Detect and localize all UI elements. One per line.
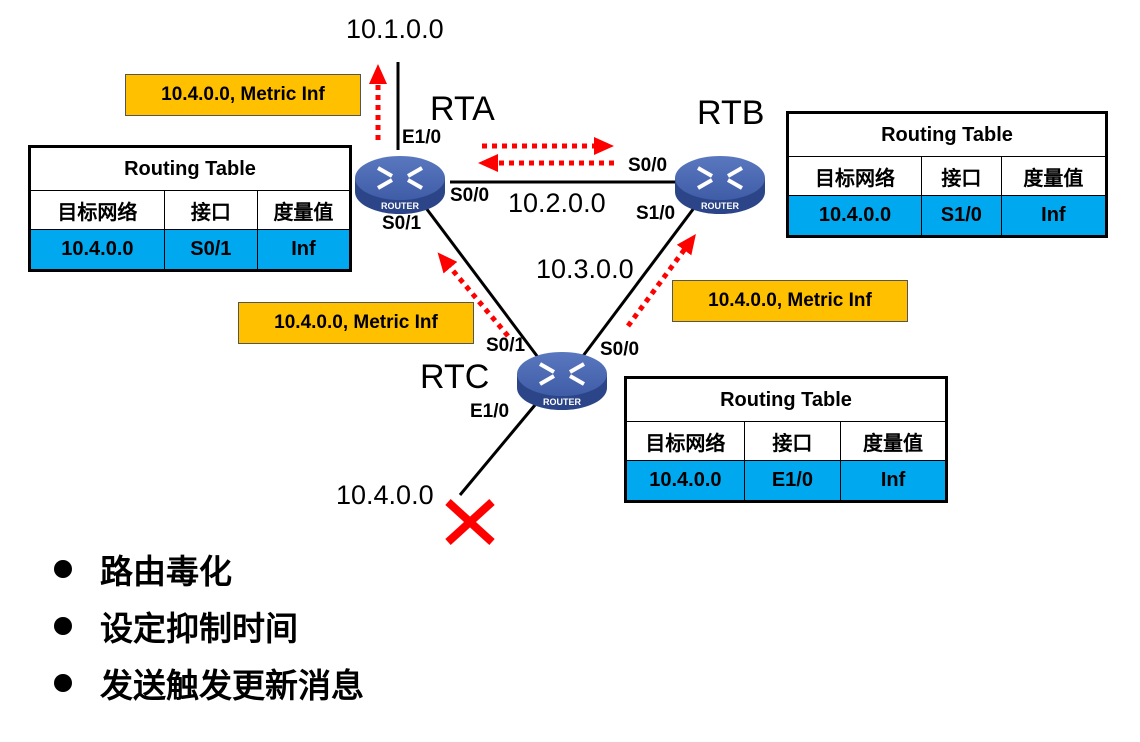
router-badge: ROUTER [381,201,420,211]
col-header-metric: 度量值 [1000,156,1108,196]
router-icon-rtc: ROUTER [517,352,607,410]
col-header-interface: 接口 [920,156,1002,196]
router-icon-rta: ROUTER [355,156,445,214]
router-name-rtb: RTB [697,94,765,132]
cell-destination: 10.4.0.0 [787,195,922,237]
col-header-destination: 目标网络 [625,421,745,461]
bullet-dot-icon [54,559,72,578]
iface-rtb-s1-0: S1/0 [636,203,676,224]
cell-destination: 10.4.0.0 [29,229,165,271]
routing-table-title: Routing Table [625,377,947,422]
network-label-10-3: 10.3.0.0 [536,254,634,284]
iface-rtc-e1-0: E1/0 [470,401,510,422]
iface-rtb-s0-0: S0/0 [628,155,668,176]
update-message-rta: 10.4.0.0, Metric Inf [125,74,361,116]
col-header-metric: 度量值 [840,421,947,461]
bullet-text: 发送触发更新消息 [100,665,364,705]
bullet-list: 路由毒化 设定抑制时间 发送触发更新消息 [52,540,364,711]
col-header-interface: 接口 [163,190,258,230]
router-badge: ROUTER [543,397,582,407]
cell-interface: S1/0 [920,195,1002,237]
router-icon-rtb: ROUTER [675,156,765,214]
network-label-10-1: 10.1.0.0 [346,14,444,44]
cell-destination: 10.4.0.0 [625,460,745,502]
routing-table-rtb: Routing Table 目标网络 接口 度量值 10.4.0.0 S1/0 … [786,111,1108,238]
router-badge: ROUTER [701,201,740,211]
col-header-destination: 目标网络 [29,190,165,230]
routing-table-rtc: Routing Table 目标网络 接口 度量值 10.4.0.0 E1/0 … [624,376,948,503]
iface-rta-s0-1: S0/1 [382,213,422,234]
table-row: 10.4.0.0 S0/1 Inf [29,229,352,271]
iface-rta-e1-0: E1/0 [402,127,442,148]
router-name-rtc: RTC [420,358,490,396]
cell-metric: Inf [256,229,352,271]
iface-rtc-s0-0: S0/0 [600,339,640,360]
routing-table-title: Routing Table [787,112,1107,157]
routing-table-rta: Routing Table 目标网络 接口 度量值 10.4.0.0 S0/1 … [28,145,352,272]
network-label-10-4: 10.4.0.0 [336,480,434,510]
update-message-rtc-right: 10.4.0.0, Metric Inf [672,280,908,322]
col-header-destination: 目标网络 [787,156,922,196]
bullet-text: 设定抑制时间 [100,608,298,648]
col-header-interface: 接口 [743,421,842,461]
bullet-item: 路由毒化 [52,540,364,597]
bullet-text: 路由毒化 [100,551,232,591]
cell-interface: E1/0 [743,460,842,502]
cell-metric: Inf [1000,195,1108,237]
routing-table-title: Routing Table [29,146,351,191]
iface-rta-s0-0: S0/0 [450,185,490,206]
router-name-rta: RTA [430,90,495,128]
table-row: 10.4.0.0 S1/0 Inf [787,195,1108,237]
col-header-metric: 度量值 [256,190,352,230]
table-row: 10.4.0.0 E1/0 Inf [625,460,947,502]
network-label-10-2: 10.2.0.0 [508,188,606,218]
bullet-item: 设定抑制时间 [52,597,364,654]
update-message-rtc-left: 10.4.0.0, Metric Inf [238,302,474,344]
iface-rtc-s0-1: S0/1 [486,335,526,356]
bullet-dot-icon [54,673,72,692]
link-failure-icon [445,499,495,545]
bullet-dot-icon [54,616,72,635]
bullet-item: 发送触发更新消息 [52,654,364,711]
cell-interface: S0/1 [163,229,258,271]
cell-metric: Inf [840,460,947,502]
